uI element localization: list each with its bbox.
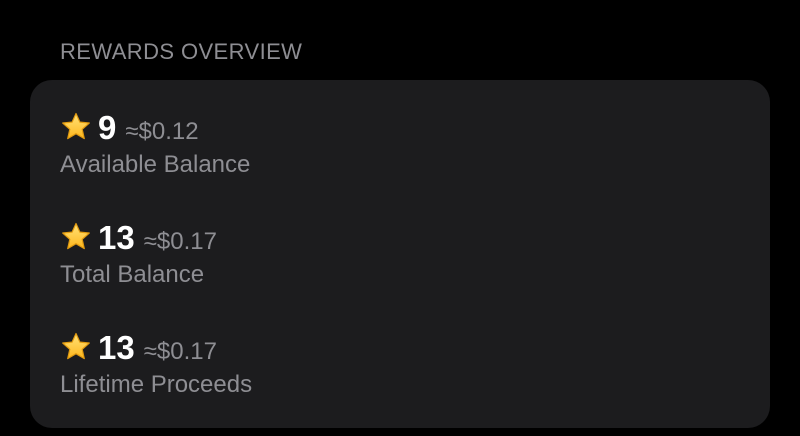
rewards-card: 9 ≈$0.12 Available Balance 13 ≈$0.17 Tot… <box>30 80 770 428</box>
value-line: 13 ≈$0.17 <box>60 330 740 366</box>
balance-label: Available Balance <box>60 151 251 178</box>
reward-row-lifetime-proceeds: 13 ≈$0.17 Lifetime Proceeds <box>60 330 740 400</box>
balance-approx-value: ≈$0.17 <box>143 228 217 255</box>
balance-amount: 13 <box>98 329 135 366</box>
balance-approx-value: ≈$0.12 <box>125 118 199 145</box>
reward-row-available-balance: 9 ≈$0.12 Available Balance <box>60 110 740 180</box>
reward-row-total-balance: 13 ≈$0.17 Total Balance <box>60 220 740 290</box>
balance-approx-value: ≈$0.17 <box>143 338 217 365</box>
star-icon <box>62 112 90 140</box>
balance-label: Lifetime Proceeds <box>60 371 253 398</box>
value-line: 9 ≈$0.12 <box>60 110 740 146</box>
star-icon <box>62 332 90 360</box>
section-header: REWARDS OVERVIEW <box>60 39 303 64</box>
balance-amount: 9 <box>98 109 117 146</box>
balance-label: Total Balance <box>60 261 205 288</box>
star-icon <box>62 222 90 250</box>
value-line: 13 ≈$0.17 <box>60 220 740 256</box>
balance-amount: 13 <box>98 219 135 256</box>
